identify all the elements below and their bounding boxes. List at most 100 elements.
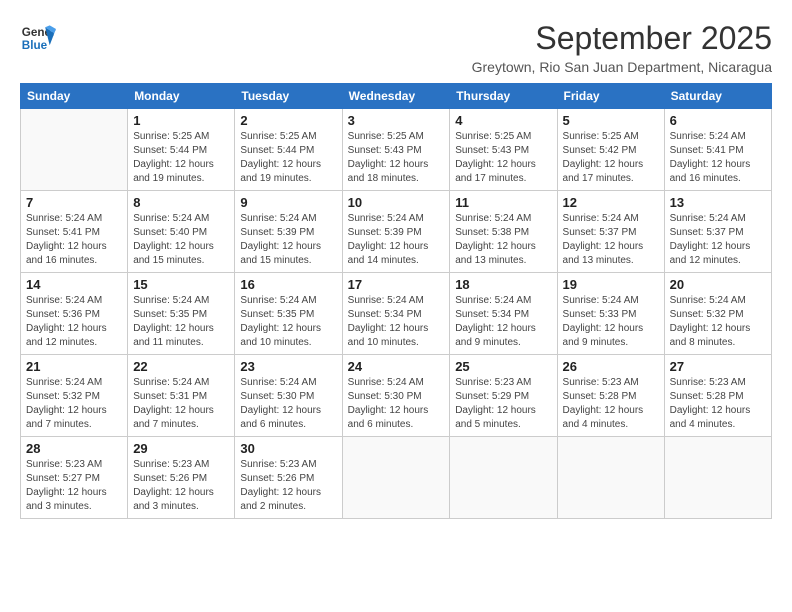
day-info: Sunrise: 5:23 AM Sunset: 5:29 PM Dayligh… [455, 376, 551, 432]
day-info: Sunrise: 5:24 AM Sunset: 5:31 PM Dayligh… [133, 376, 229, 432]
day-info: Sunrise: 5:24 AM Sunset: 5:36 PM Dayligh… [26, 294, 122, 350]
day-number: 21 [26, 359, 122, 374]
calendar-cell: 24 Sunrise: 5:24 AM Sunset: 5:30 PM Dayli… [342, 355, 450, 437]
calendar-cell [21, 109, 128, 191]
calendar-header-row: SundayMondayTuesdayWednesdayThursdayFrid… [21, 84, 772, 109]
day-info: Sunrise: 5:24 AM Sunset: 5:41 PM Dayligh… [26, 212, 122, 268]
calendar-cell: 26Sunrise: 5:23 AM Sunset: 5:28 PM Dayli… [557, 355, 664, 437]
calendar-cell: 20 Sunrise: 5:24 AM Sunset: 5:32 PM Dayli… [664, 273, 771, 355]
calendar-week-row: 14Sunrise: 5:24 AM Sunset: 5:36 PM Dayli… [21, 273, 772, 355]
day-info: Sunrise: 5:24 AM Sunset: 5:38 PM Dayligh… [455, 212, 551, 268]
day-info: Sunrise: 5:24 AM Sunset: 5:32 PM Dayligh… [26, 376, 122, 432]
calendar-cell: 6Sunrise: 5:24 AM Sunset: 5:41 PM Daylig… [664, 109, 771, 191]
day-number: 10 [348, 195, 445, 210]
calendar-cell: 5 Sunrise: 5:25 AM Sunset: 5:42 PM Daylig… [557, 109, 664, 191]
day-number: 13 [670, 195, 766, 210]
calendar-day-header: Sunday [21, 84, 128, 109]
day-info: Sunrise: 5:25 AM Sunset: 5:44 PM Dayligh… [133, 130, 229, 186]
calendar-cell: 4 Sunrise: 5:25 AM Sunset: 5:43 PM Daylig… [450, 109, 557, 191]
calendar-week-row: 28 Sunrise: 5:23 AM Sunset: 5:27 PM Dayli… [21, 437, 772, 519]
calendar-table: SundayMondayTuesdayWednesdayThursdayFrid… [20, 83, 772, 519]
day-number: 11 [455, 195, 551, 210]
calendar-cell: 18Sunrise: 5:24 AM Sunset: 5:34 PM Dayli… [450, 273, 557, 355]
calendar-day-header: Monday [128, 84, 235, 109]
day-number: 27 [670, 359, 766, 374]
day-number: 15 [133, 277, 229, 292]
calendar-cell [450, 437, 557, 519]
calendar-cell: 27 Sunrise: 5:23 AM Sunset: 5:28 PM Dayli… [664, 355, 771, 437]
page-header: General Blue September 2025 Greytown, Ri… [20, 20, 772, 75]
day-number: 4 [455, 113, 551, 128]
calendar-week-row: 21 Sunrise: 5:24 AM Sunset: 5:32 PM Dayli… [21, 355, 772, 437]
day-number: 5 [563, 113, 659, 128]
day-number: 26 [563, 359, 659, 374]
day-number: 8 [133, 195, 229, 210]
day-number: 30 [240, 441, 336, 456]
day-info: Sunrise: 5:24 AM Sunset: 5:39 PM Dayligh… [348, 212, 445, 268]
day-number: 29 [133, 441, 229, 456]
day-info: Sunrise: 5:24 AM Sunset: 5:33 PM Dayligh… [563, 294, 659, 350]
calendar-day-header: Wednesday [342, 84, 450, 109]
calendar-cell: 25 Sunrise: 5:23 AM Sunset: 5:29 PM Dayli… [450, 355, 557, 437]
calendar-day-header: Thursday [450, 84, 557, 109]
day-number: 24 [348, 359, 445, 374]
day-info: Sunrise: 5:24 AM Sunset: 5:37 PM Dayligh… [563, 212, 659, 268]
calendar-day-header: Tuesday [235, 84, 342, 109]
calendar-cell: 3Sunrise: 5:25 AM Sunset: 5:43 PM Daylig… [342, 109, 450, 191]
day-info: Sunrise: 5:24 AM Sunset: 5:41 PM Dayligh… [670, 130, 766, 186]
calendar-cell: 19 Sunrise: 5:24 AM Sunset: 5:33 PM Dayli… [557, 273, 664, 355]
day-number: 20 [670, 277, 766, 292]
day-number: 28 [26, 441, 122, 456]
day-info: Sunrise: 5:23 AM Sunset: 5:26 PM Dayligh… [240, 458, 336, 514]
day-info: Sunrise: 5:25 AM Sunset: 5:44 PM Dayligh… [240, 130, 336, 186]
calendar-cell: 11 Sunrise: 5:24 AM Sunset: 5:38 PM Dayli… [450, 191, 557, 273]
calendar-cell: 13Sunrise: 5:24 AM Sunset: 5:37 PM Dayli… [664, 191, 771, 273]
day-number: 1 [133, 113, 229, 128]
calendar-cell: 28 Sunrise: 5:23 AM Sunset: 5:27 PM Dayli… [21, 437, 128, 519]
day-info: Sunrise: 5:24 AM Sunset: 5:35 PM Dayligh… [133, 294, 229, 350]
day-info: Sunrise: 5:24 AM Sunset: 5:30 PM Dayligh… [240, 376, 336, 432]
calendar-week-row: 1 Sunrise: 5:25 AM Sunset: 5:44 PM Daylig… [21, 109, 772, 191]
calendar-cell: 15 Sunrise: 5:24 AM Sunset: 5:35 PM Dayli… [128, 273, 235, 355]
day-number: 25 [455, 359, 551, 374]
calendar-cell: 9 Sunrise: 5:24 AM Sunset: 5:39 PM Daylig… [235, 191, 342, 273]
day-info: Sunrise: 5:25 AM Sunset: 5:43 PM Dayligh… [455, 130, 551, 186]
day-info: Sunrise: 5:25 AM Sunset: 5:42 PM Dayligh… [563, 130, 659, 186]
day-number: 17 [348, 277, 445, 292]
calendar-cell: 2 Sunrise: 5:25 AM Sunset: 5:44 PM Daylig… [235, 109, 342, 191]
calendar-cell: 17 Sunrise: 5:24 AM Sunset: 5:34 PM Dayli… [342, 273, 450, 355]
day-info: Sunrise: 5:24 AM Sunset: 5:30 PM Dayligh… [348, 376, 445, 432]
title-area: September 2025 Greytown, Rio San Juan De… [472, 20, 772, 75]
calendar-cell: 7 Sunrise: 5:24 AM Sunset: 5:41 PM Daylig… [21, 191, 128, 273]
calendar-day-header: Friday [557, 84, 664, 109]
calendar-cell: 16Sunrise: 5:24 AM Sunset: 5:35 PM Dayli… [235, 273, 342, 355]
day-info: Sunrise: 5:23 AM Sunset: 5:26 PM Dayligh… [133, 458, 229, 514]
day-info: Sunrise: 5:23 AM Sunset: 5:28 PM Dayligh… [670, 376, 766, 432]
calendar-cell: 23Sunrise: 5:24 AM Sunset: 5:30 PM Dayli… [235, 355, 342, 437]
calendar-day-header: Saturday [664, 84, 771, 109]
svg-text:Blue: Blue [22, 39, 48, 52]
calendar-cell: 29 Sunrise: 5:23 AM Sunset: 5:26 PM Dayli… [128, 437, 235, 519]
day-number: 9 [240, 195, 336, 210]
calendar-week-row: 7 Sunrise: 5:24 AM Sunset: 5:41 PM Daylig… [21, 191, 772, 273]
month-title: September 2025 [472, 20, 772, 57]
day-info: Sunrise: 5:24 AM Sunset: 5:32 PM Dayligh… [670, 294, 766, 350]
day-info: Sunrise: 5:24 AM Sunset: 5:40 PM Dayligh… [133, 212, 229, 268]
day-info: Sunrise: 5:23 AM Sunset: 5:27 PM Dayligh… [26, 458, 122, 514]
calendar-cell [342, 437, 450, 519]
day-info: Sunrise: 5:24 AM Sunset: 5:34 PM Dayligh… [348, 294, 445, 350]
calendar-cell: 30 Sunrise: 5:23 AM Sunset: 5:26 PM Dayli… [235, 437, 342, 519]
calendar-cell: 22Sunrise: 5:24 AM Sunset: 5:31 PM Dayli… [128, 355, 235, 437]
calendar-cell: 10 Sunrise: 5:24 AM Sunset: 5:39 PM Dayli… [342, 191, 450, 273]
logo: General Blue [20, 20, 56, 56]
day-number: 2 [240, 113, 336, 128]
calendar-cell [664, 437, 771, 519]
calendar-cell: 8 Sunrise: 5:24 AM Sunset: 5:40 PM Daylig… [128, 191, 235, 273]
day-number: 7 [26, 195, 122, 210]
day-number: 16 [240, 277, 336, 292]
subtitle: Greytown, Rio San Juan Department, Nicar… [472, 59, 772, 75]
day-info: Sunrise: 5:24 AM Sunset: 5:39 PM Dayligh… [240, 212, 336, 268]
calendar-cell: 14Sunrise: 5:24 AM Sunset: 5:36 PM Dayli… [21, 273, 128, 355]
calendar-cell: 21 Sunrise: 5:24 AM Sunset: 5:32 PM Dayli… [21, 355, 128, 437]
day-number: 19 [563, 277, 659, 292]
